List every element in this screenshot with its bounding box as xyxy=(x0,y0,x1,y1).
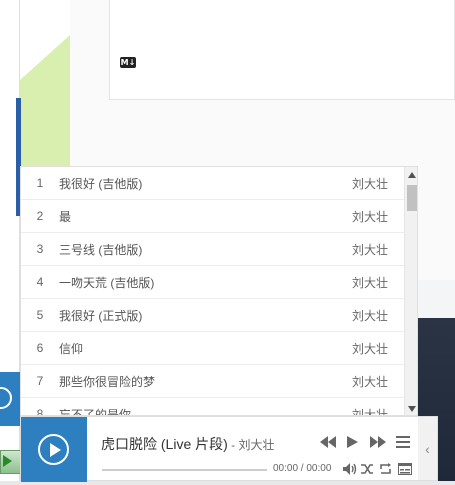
now-playing-separator: - xyxy=(227,438,239,452)
track-title: 信仰 xyxy=(59,341,84,356)
music-player: 虎口脱险 (Live 片段) - 刘大壮 00:00 / 00:00 xyxy=(20,416,438,482)
markdown-icon: M↓ xyxy=(120,57,136,68)
track-row[interactable]: 4 一吻天荒 (吉他版) 刘大壮 xyxy=(21,266,404,299)
scroll-down-arrow-icon[interactable] xyxy=(405,401,417,415)
track-artist: 刘大壮 xyxy=(351,242,388,257)
playlist-scrollbar[interactable] xyxy=(404,167,417,415)
track-title: 我很好 (吉他版) xyxy=(59,176,143,191)
track-row[interactable]: 8 忘不了的是你 刘大壮 xyxy=(21,398,404,416)
track-artist: 刘大壮 xyxy=(351,407,388,416)
prev-icon[interactable] xyxy=(320,436,336,451)
track-number: 3 xyxy=(36,242,44,256)
track-artist: 刘大壮 xyxy=(351,176,388,191)
volume-icon[interactable] xyxy=(343,463,357,478)
track-number: 1 xyxy=(36,176,44,190)
player-cover[interactable] xyxy=(21,417,87,482)
track-artist: 刘大壮 xyxy=(351,341,388,356)
track-number: 6 xyxy=(36,341,44,355)
background-player-edge xyxy=(0,372,20,426)
track-number: 2 xyxy=(36,209,44,223)
play-circle-icon[interactable] xyxy=(38,434,69,465)
menu-icon[interactable] xyxy=(396,436,410,451)
track-row[interactable]: 5 我很好 (正式版) 刘大壮 xyxy=(21,299,404,332)
progress-bar[interactable] xyxy=(102,469,267,471)
track-title: 最 xyxy=(59,209,72,224)
playlist: 1 我很好 (吉他版) 刘大壮 2 最 刘大壮 3 三号线 (吉他版) 刘大壮 … xyxy=(20,166,418,416)
track-title: 我很好 (正式版) xyxy=(59,308,143,323)
track-number: 7 xyxy=(36,374,44,388)
track-row[interactable]: 7 那些你很冒险的梦 刘大壮 xyxy=(21,365,404,398)
repeat-icon[interactable] xyxy=(379,463,392,478)
track-number: 4 xyxy=(36,275,44,289)
lyrics-icon[interactable] xyxy=(398,463,412,478)
track-number: 8 xyxy=(36,407,44,416)
track-title: 三号线 (吉他版) xyxy=(59,242,143,257)
track-row[interactable]: 6 信仰 刘大壮 xyxy=(21,332,404,365)
track-row[interactable]: 2 最 刘大壮 xyxy=(21,200,404,233)
editor-box[interactable] xyxy=(109,0,455,100)
shuffle-icon[interactable] xyxy=(361,463,374,478)
play-icon[interactable] xyxy=(347,436,358,451)
now-playing-title: 虎口脱险 (Live 片段) xyxy=(101,436,228,452)
time-display: 00:00 / 00:00 xyxy=(273,463,332,474)
now-playing: 虎口脱险 (Live 片段) - 刘大壮 xyxy=(101,434,274,454)
scroll-up-arrow-icon[interactable] xyxy=(405,167,417,183)
track-artist: 刘大壮 xyxy=(351,275,388,290)
background-decoration xyxy=(20,0,70,170)
track-number: 5 xyxy=(36,308,44,322)
track-artist: 刘大壮 xyxy=(351,209,388,224)
track-row[interactable]: 3 三号线 (吉他版) 刘大壮 xyxy=(21,233,404,266)
chevron-left-icon: ‹ xyxy=(425,440,430,457)
track-row[interactable]: 1 我很好 (吉他版) 刘大壮 xyxy=(21,167,404,200)
next-icon[interactable] xyxy=(370,436,386,451)
track-artist: 刘大壮 xyxy=(351,308,388,323)
player-collapse-button[interactable]: ‹ xyxy=(418,416,438,481)
track-title: 忘不了的是你 xyxy=(59,407,132,416)
track-artist: 刘大壮 xyxy=(351,374,388,389)
now-playing-artist: 刘大壮 xyxy=(238,438,275,452)
track-title: 那些你很冒险的梦 xyxy=(59,374,156,389)
track-title: 一吻天荒 (吉他版) xyxy=(59,275,155,290)
scrollbar-thumb[interactable] xyxy=(407,185,417,211)
